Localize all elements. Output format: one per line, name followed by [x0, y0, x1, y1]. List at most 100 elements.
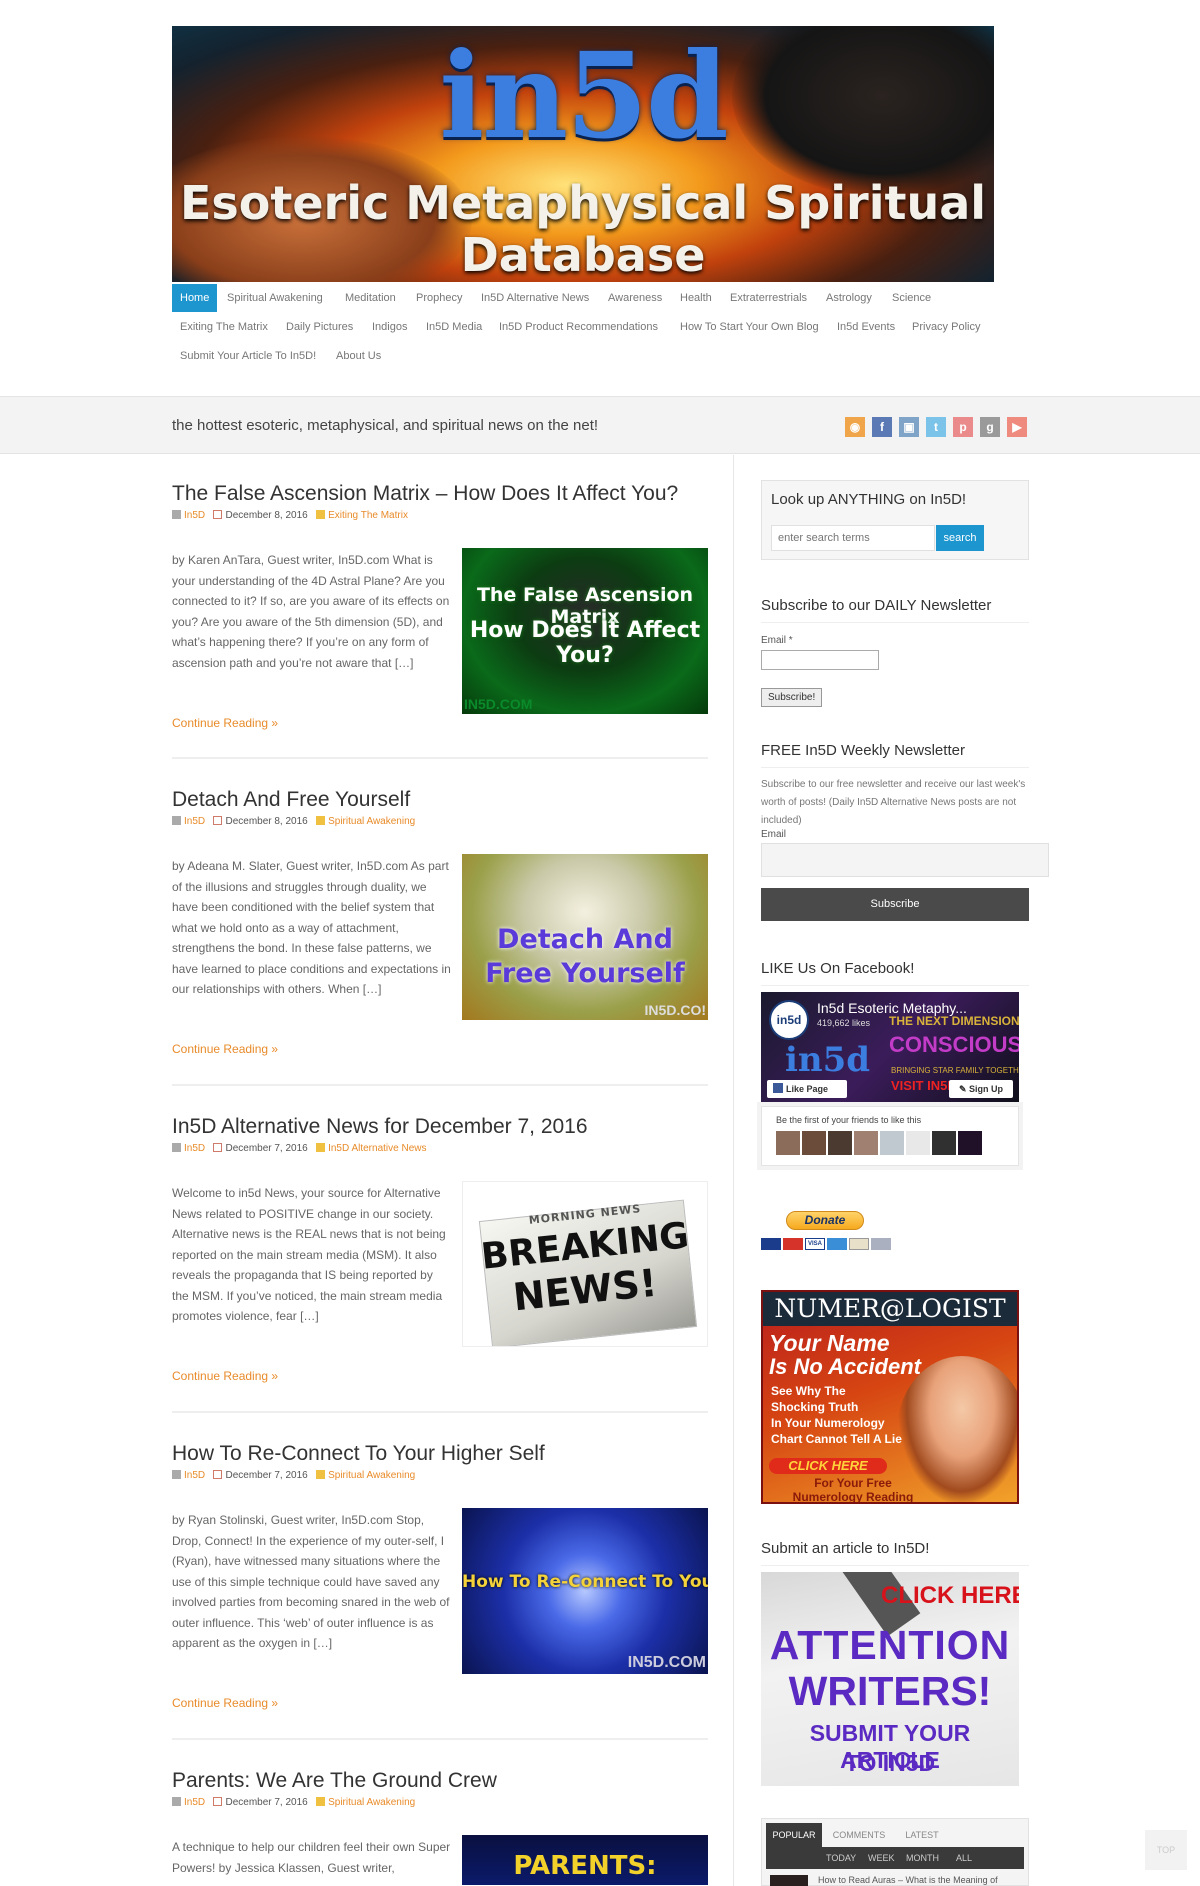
- post-author[interactable]: In5D: [184, 1143, 205, 1154]
- popular-post-thumb[interactable]: [770, 1875, 808, 1886]
- weekly-subscribe-button[interactable]: Subscribe: [761, 888, 1029, 921]
- post-date: December 7, 2016: [225, 1470, 308, 1481]
- folder-icon: [316, 1797, 326, 1806]
- post-thumbnail[interactable]: PARENTS:: [462, 1835, 708, 1885]
- post-thumbnail[interactable]: MORNING NEWS BREAKING NEWS!: [462, 1181, 708, 1347]
- google-plus-icon[interactable]: g: [980, 417, 1000, 437]
- friend-avatar[interactable]: [828, 1131, 852, 1155]
- nav-awareness[interactable]: Awareness: [600, 284, 670, 312]
- nav-alternative-news[interactable]: In5D Alternative News: [473, 284, 597, 312]
- nav-about-us[interactable]: About Us: [328, 342, 389, 370]
- instagram-icon[interactable]: ▣: [899, 417, 919, 437]
- nav-privacy-policy[interactable]: Privacy Policy: [904, 313, 988, 341]
- nav-submit-article[interactable]: Submit Your Article To In5D!: [172, 342, 324, 370]
- search-title: Look up ANYTHING on In5D!: [771, 491, 967, 508]
- tab-today[interactable]: TODAY: [826, 1847, 856, 1869]
- post-title[interactable]: Parents: We Are The Ground Crew: [172, 1767, 708, 1795]
- friend-avatar[interactable]: [776, 1131, 800, 1155]
- nav-science[interactable]: Science: [884, 284, 939, 312]
- site-tagline: the hottest esoteric, metaphysical, and …: [172, 417, 599, 434]
- post-category[interactable]: Spiritual Awakening: [328, 1470, 415, 1481]
- facebook-likes: 419,662 likes: [817, 1018, 871, 1028]
- nav-in5d-media[interactable]: In5D Media: [418, 313, 490, 341]
- tab-latest[interactable]: LATEST: [894, 1823, 950, 1847]
- rss-icon[interactable]: ◉: [845, 417, 865, 437]
- post-category[interactable]: Spiritual Awakening: [328, 816, 415, 827]
- twitter-icon[interactable]: t: [926, 417, 946, 437]
- nav-events[interactable]: In5d Events: [829, 313, 903, 341]
- post-title[interactable]: How To Re-Connect To Your Higher Self: [172, 1440, 708, 1468]
- friend-avatar[interactable]: [802, 1131, 826, 1155]
- nav-spiritual-awakening[interactable]: Spiritual Awakening: [219, 284, 331, 312]
- sign-up-button[interactable]: ✎ Sign Up: [949, 1080, 1013, 1098]
- post-category[interactable]: In5D Alternative News: [328, 1143, 426, 1154]
- tab-week[interactable]: WEEK: [868, 1847, 895, 1869]
- card-icon: [761, 1238, 781, 1250]
- numerologist-ad[interactable]: NUMER@LOGIST Your Name Is No Accident Se…: [761, 1290, 1019, 1504]
- search-input[interactable]: [771, 525, 935, 551]
- attention-writers-ad[interactable]: CLICK HERE ATTENTION WRITERS! SUBMIT YOU…: [761, 1572, 1019, 1786]
- site-banner[interactable]: in5d Esoteric Metaphysical Spiritual Dat…: [172, 26, 994, 282]
- pencil-icon: ✎: [958, 1084, 970, 1094]
- post-thumbnail[interactable]: The False Ascension Matrix How Does It A…: [462, 548, 708, 714]
- continue-reading-link[interactable]: Continue Reading »: [172, 1042, 278, 1056]
- tagline-bar: the hottest esoteric, metaphysical, and …: [0, 396, 1200, 454]
- post-thumbnail[interactable]: How To Re-Connect To Your Higher Self IN…: [462, 1508, 708, 1674]
- nav-astrology[interactable]: Astrology: [818, 284, 880, 312]
- weekly-email-field[interactable]: [761, 843, 1049, 877]
- post: The False Ascension Matrix – How Does It…: [172, 480, 708, 759]
- facebook-widget: LIKE Us On Facebook! in5d In5d Esoteric …: [761, 960, 1029, 1166]
- nav-home[interactable]: Home: [172, 284, 218, 312]
- facebook-icon[interactable]: f: [872, 417, 892, 437]
- post-title[interactable]: In5D Alternative News for December 7, 20…: [172, 1113, 708, 1141]
- nav-product-recommendations[interactable]: In5D Product Recommendations: [491, 313, 666, 341]
- post-author[interactable]: In5D: [184, 510, 205, 521]
- post-title[interactable]: The False Ascension Matrix – How Does It…: [172, 480, 708, 508]
- post-author[interactable]: In5D: [184, 816, 205, 827]
- nav-daily-pictures[interactable]: Daily Pictures: [278, 313, 361, 341]
- friend-avatar[interactable]: [880, 1131, 904, 1155]
- back-to-top-button[interactable]: TOP: [1145, 1830, 1187, 1870]
- nav-health[interactable]: Health: [672, 284, 720, 312]
- tab-all[interactable]: ALL: [956, 1847, 972, 1869]
- tab-comments[interactable]: COMMENTS: [824, 1823, 894, 1847]
- tab-month[interactable]: MONTH: [906, 1847, 939, 1869]
- like-page-button[interactable]: Like Page: [767, 1080, 847, 1098]
- nav-indigos[interactable]: Indigos: [364, 313, 415, 341]
- post-author[interactable]: In5D: [184, 1470, 205, 1481]
- daily-subscribe-button[interactable]: Subscribe!: [761, 688, 823, 707]
- post: Detach And Free Yourself In5D December 8…: [172, 786, 708, 1086]
- facebook-cover[interactable]: in5d In5d Esoteric Metaphy... 419,662 li…: [761, 992, 1019, 1104]
- friend-avatar[interactable]: [854, 1131, 878, 1155]
- continue-reading-link[interactable]: Continue Reading »: [172, 1696, 278, 1710]
- continue-reading-link[interactable]: Continue Reading »: [172, 716, 278, 730]
- nav-extraterrestrials[interactable]: Extraterrestrials: [722, 284, 815, 312]
- post-category[interactable]: Exiting The Matrix: [328, 510, 408, 521]
- post-date: December 7, 2016: [225, 1143, 308, 1154]
- nav-meditation[interactable]: Meditation: [337, 284, 404, 312]
- popular-post-title[interactable]: How to Read Auras – What is the Meaning …: [818, 1875, 998, 1885]
- post-thumbnail[interactable]: Detach And Free Yourself IN5D.CO!: [462, 854, 708, 1020]
- post-meta: In5D December 7, 2016 Spiritual Awakenin…: [172, 1797, 708, 1808]
- post-author[interactable]: In5D: [184, 1797, 205, 1808]
- pinterest-icon[interactable]: p: [953, 417, 973, 437]
- post: Parents: We Are The Ground Crew In5D Dec…: [172, 1767, 708, 1885]
- post-title[interactable]: Detach And Free Yourself: [172, 786, 708, 814]
- nav-exiting-the-matrix[interactable]: Exiting The Matrix: [172, 313, 276, 341]
- nav-start-blog[interactable]: How To Start Your Own Blog: [672, 313, 827, 341]
- tab-popular[interactable]: POPULAR: [766, 1823, 822, 1847]
- post-excerpt: by Karen AnTara, Guest writer, In5D.com …: [172, 553, 450, 670]
- post-excerpt: by Ryan Stolinski, Guest writer, In5D.co…: [172, 1513, 450, 1650]
- post: How To Re-Connect To Your Higher Self In…: [172, 1440, 708, 1740]
- search-widget: Look up ANYTHING on In5D! search: [761, 480, 1029, 560]
- daily-email-field[interactable]: [761, 650, 879, 670]
- donate-button[interactable]: Donate: [786, 1211, 864, 1230]
- nav-prophecy[interactable]: Prophecy: [408, 284, 470, 312]
- friend-avatar[interactable]: [958, 1131, 982, 1155]
- youtube-icon[interactable]: ▶: [1007, 417, 1027, 437]
- search-button[interactable]: search: [936, 525, 984, 551]
- post-category[interactable]: Spiritual Awakening: [328, 1797, 415, 1808]
- friend-avatar[interactable]: [932, 1131, 956, 1155]
- friend-avatar[interactable]: [906, 1131, 930, 1155]
- continue-reading-link[interactable]: Continue Reading »: [172, 1369, 278, 1383]
